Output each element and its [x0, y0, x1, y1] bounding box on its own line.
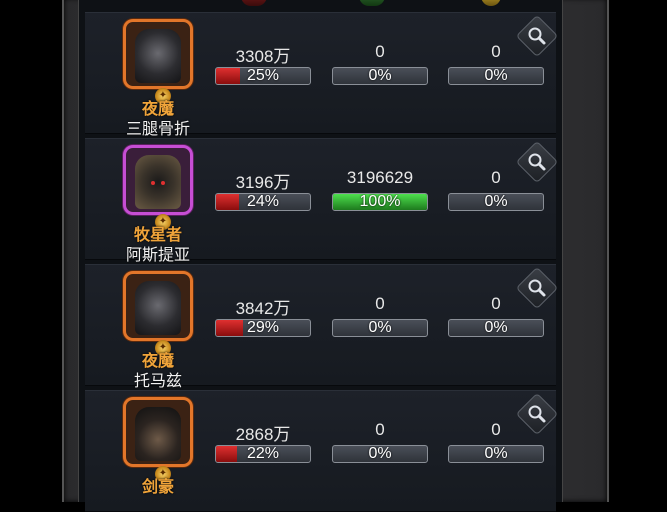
search-icon — [528, 405, 546, 423]
damage-value: 3196万 — [235, 173, 291, 192]
damage-value: 2868万 — [235, 425, 291, 444]
player-row: ✦ 夜魔 托马兹 3842万 0 0 29% 0% 0% — [85, 264, 559, 390]
search-icon — [528, 153, 546, 171]
damage-value: 3308万 — [235, 47, 291, 66]
gold-bar: 0% — [448, 67, 544, 85]
damage-bar: 24% — [215, 193, 311, 211]
class-name: 剑豪 — [141, 479, 174, 496]
gold-percent: 0% — [484, 67, 508, 84]
gold-bar: 0% — [448, 319, 544, 337]
healing-percent: 100% — [359, 193, 401, 210]
damage-value: 3842万 — [235, 299, 291, 318]
healing-bar: 0% — [332, 319, 428, 337]
search-icon — [528, 27, 546, 45]
healing-value: 0 — [375, 294, 385, 313]
damage-bar: 25% — [215, 67, 311, 85]
healing-percent: 0% — [368, 319, 392, 336]
healing-percent: 0% — [368, 445, 392, 462]
scoreboard-panel: ✦ 夜魔 三腿骨折 3308万 0 0 25% 0% 0% ✦ 牧星者 阿斯提亚… — [78, 0, 563, 512]
player-name: 托马兹 — [133, 373, 182, 390]
player-row: ✦ 剑豪 2868万 0 0 22% 0% 0% — [85, 390, 559, 512]
red-stat-header-icon — [241, 0, 267, 6]
player-portrait[interactable]: ✦ — [123, 145, 193, 230]
gold-bar: 0% — [448, 445, 544, 463]
healing-value: 0 — [375, 42, 385, 61]
player-portrait[interactable]: ✦ — [123, 271, 193, 356]
gold-stat-header-icon — [481, 0, 501, 6]
gold-percent: 0% — [484, 445, 508, 462]
damage-bar: 29% — [215, 319, 311, 337]
hooded-avatar-icon — [135, 155, 181, 209]
column-header-icons — [79, 0, 562, 10]
damage-percent: 24% — [246, 193, 280, 210]
healing-bar: 0% — [332, 445, 428, 463]
gold-bar: 0% — [448, 193, 544, 211]
player-row: ✦ 夜魔 三腿骨折 3308万 0 0 25% 0% 0% — [85, 12, 559, 138]
damage-percent: 25% — [246, 67, 280, 84]
green-stat-header-icon — [359, 0, 385, 6]
search-icon — [528, 279, 546, 297]
healing-bar: 0% — [332, 67, 428, 85]
damage-percent: 22% — [246, 445, 280, 462]
ninja-avatar-icon — [135, 29, 181, 83]
ninja-avatar-icon — [135, 281, 181, 335]
player-name: 三腿骨折 — [125, 121, 190, 138]
healing-bar: 100% — [332, 193, 428, 211]
damage-percent: 29% — [246, 319, 280, 336]
healing-value: 3196629 — [346, 168, 414, 187]
healing-value: 0 — [375, 420, 385, 439]
player-portrait[interactable]: ✦ — [123, 19, 193, 104]
player-portrait[interactable]: ✦ — [123, 397, 193, 482]
swordsman-avatar-icon — [135, 407, 181, 461]
player-row: ✦ 牧星者 阿斯提亚 3196万 3196629 0 24% 100% 0% — [85, 138, 559, 264]
healing-percent: 0% — [368, 67, 392, 84]
gold-percent: 0% — [484, 319, 508, 336]
gold-percent: 0% — [484, 193, 508, 210]
damage-bar: 22% — [215, 445, 311, 463]
player-name: 阿斯提亚 — [125, 247, 190, 264]
